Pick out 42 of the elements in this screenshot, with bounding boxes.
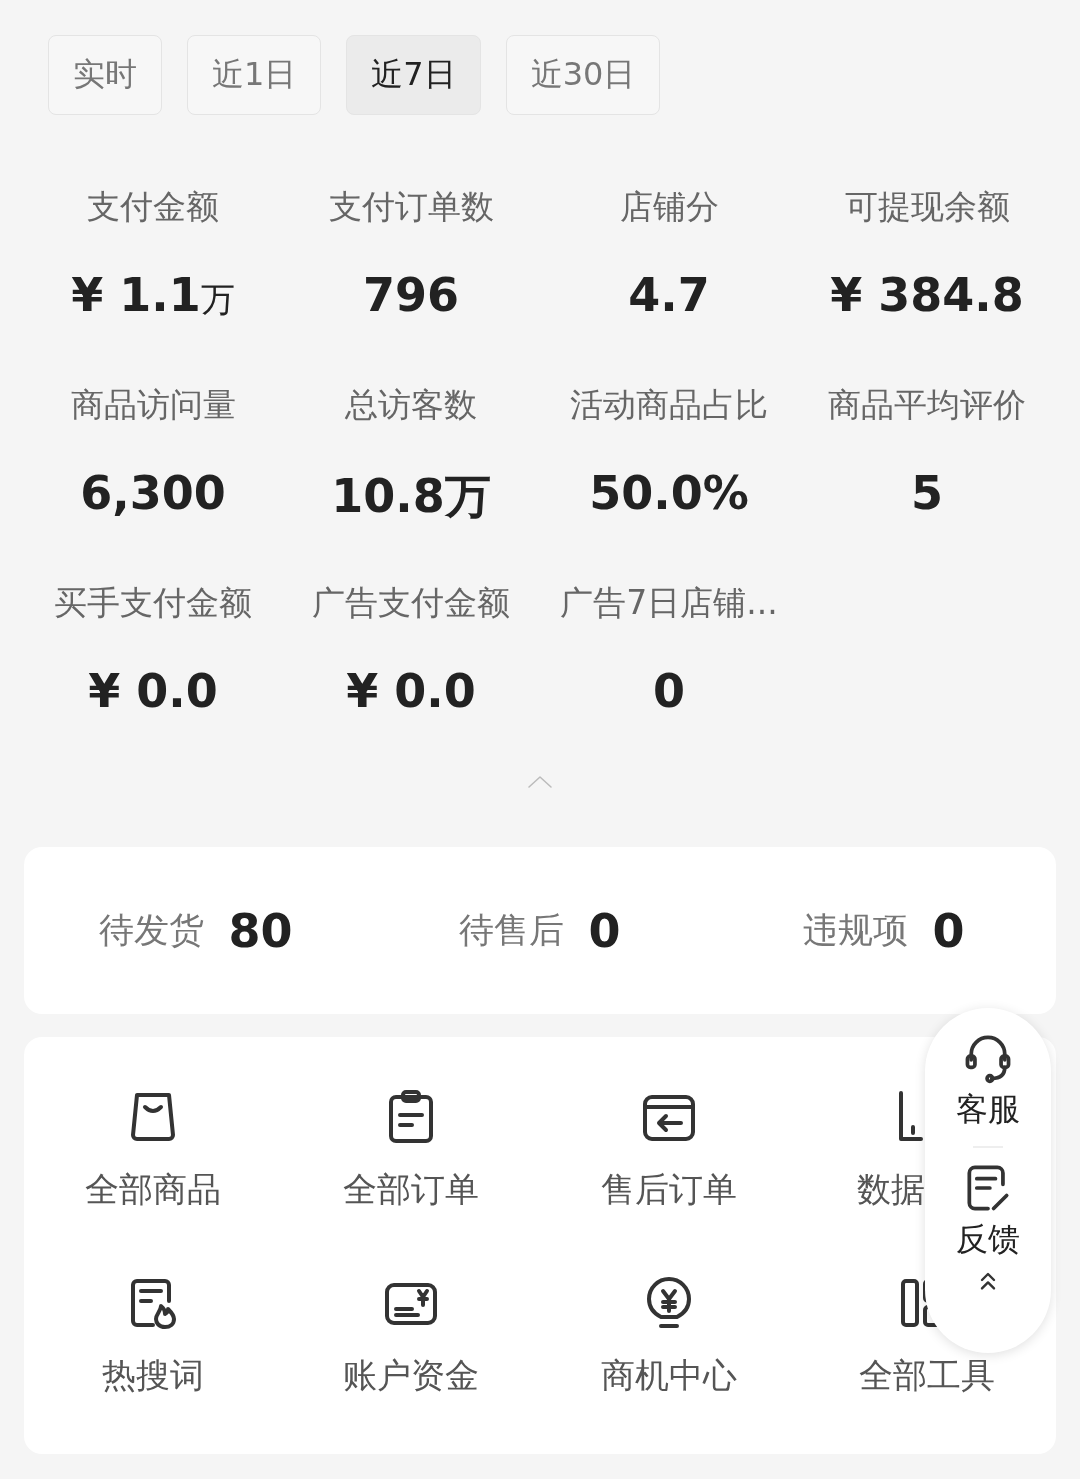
stat-value: 796 <box>363 268 459 322</box>
todo-count: 0 <box>932 903 965 958</box>
float-button[interactable]: 反馈 <box>956 1160 1020 1262</box>
todo-count: 80 <box>228 903 293 958</box>
todo-label: 待售后 <box>459 909 565 952</box>
stat-value: 6,300 <box>80 466 226 520</box>
todo-count: 0 <box>588 903 621 958</box>
tool-label[interactable]: 商机中心 <box>601 1353 737 1399</box>
stat-value: ¥ 1.1万 <box>71 268 235 323</box>
stat-value: 4.7 <box>628 268 710 322</box>
todo-label: 违规项 <box>803 909 909 952</box>
stat-value: 5 <box>911 466 943 520</box>
stat-value: 10.8万 <box>331 468 491 525</box>
stat-label: 活动商品占比 <box>570 384 768 426</box>
period-tab[interactable]: 近7日 <box>346 35 481 115</box>
stat-label: 支付订单数 <box>328 186 494 228</box>
tool-label[interactable]: 售后订单 <box>601 1167 737 1213</box>
period-tab[interactable]: 近1日 <box>187 35 322 115</box>
stat-label: 店铺分 <box>619 186 719 228</box>
todo-label: 待发货 <box>99 909 205 952</box>
float-button[interactable]: 客服 <box>956 1030 1020 1132</box>
stat-label: 总访客数 <box>345 384 477 426</box>
stat-label: 广告支付金额 <box>312 582 510 624</box>
stat-label: 商品访问量 <box>70 384 236 426</box>
tool-label[interactable]: 全部工具 <box>859 1353 995 1399</box>
stat-label: 买手支付金额 <box>54 582 252 624</box>
tool-label[interactable]: 热搜词 <box>102 1353 204 1399</box>
tool-label[interactable]: 数据 <box>857 1167 925 1213</box>
tool-label[interactable]: 账户资金 <box>343 1353 479 1399</box>
period-tab[interactable]: 实时 <box>48 35 162 115</box>
stat-label: 可提现余额 <box>844 186 1010 228</box>
stat-value: ¥ 0.0 <box>88 664 218 718</box>
tool-label[interactable]: 全部商品 <box>85 1167 221 1213</box>
stat-value: ¥ 0.0 <box>346 664 476 718</box>
stat-value: 0 <box>653 664 685 718</box>
stat-value: ¥ 384.8 <box>830 268 1024 322</box>
tool-label[interactable]: 全部订单 <box>343 1167 479 1213</box>
stat-value: 50.0% <box>589 466 749 520</box>
stat-label: 支付金额 <box>87 186 219 228</box>
stat-label: 广告7日店铺... <box>560 582 778 624</box>
period-tab[interactable]: 近30日 <box>505 35 661 115</box>
stat-label: 商品平均评价 <box>828 384 1026 426</box>
